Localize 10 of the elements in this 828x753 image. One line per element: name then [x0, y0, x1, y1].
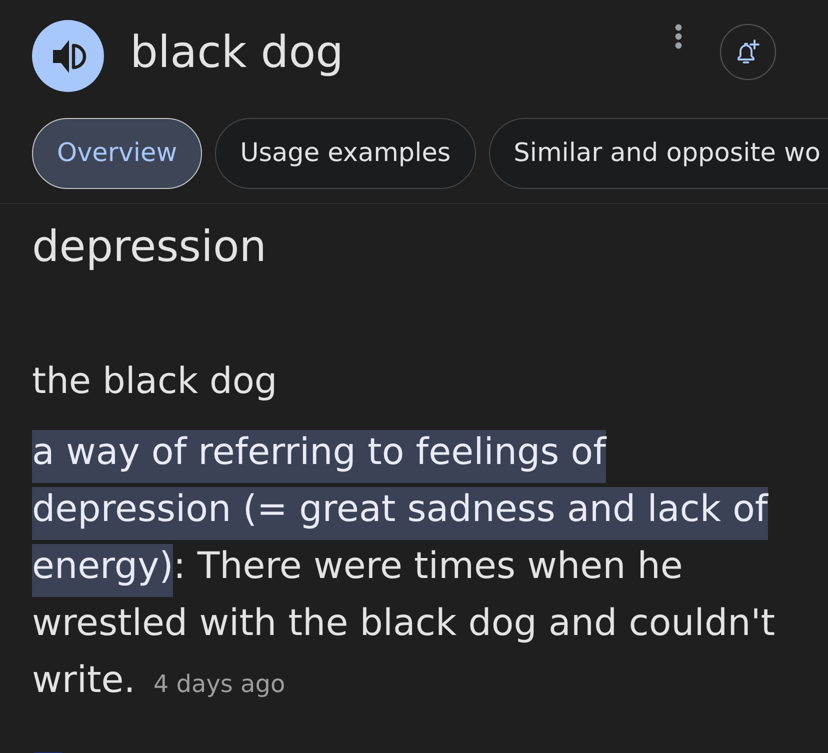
more-options-icon[interactable]: [675, 24, 682, 49]
tab[interactable]: Similar and opposite wo: [488, 118, 828, 189]
tab[interactable]: Overview: [32, 118, 202, 189]
word-title: black dog: [130, 26, 344, 80]
phrase-text: the black dog: [32, 360, 278, 404]
notification-button[interactable]: [720, 24, 776, 80]
meaning-heading: depression: [32, 221, 268, 273]
bell-plus-icon: [735, 39, 761, 65]
speaker-icon: [52, 38, 88, 74]
tab[interactable]: Usage examples: [215, 118, 476, 189]
